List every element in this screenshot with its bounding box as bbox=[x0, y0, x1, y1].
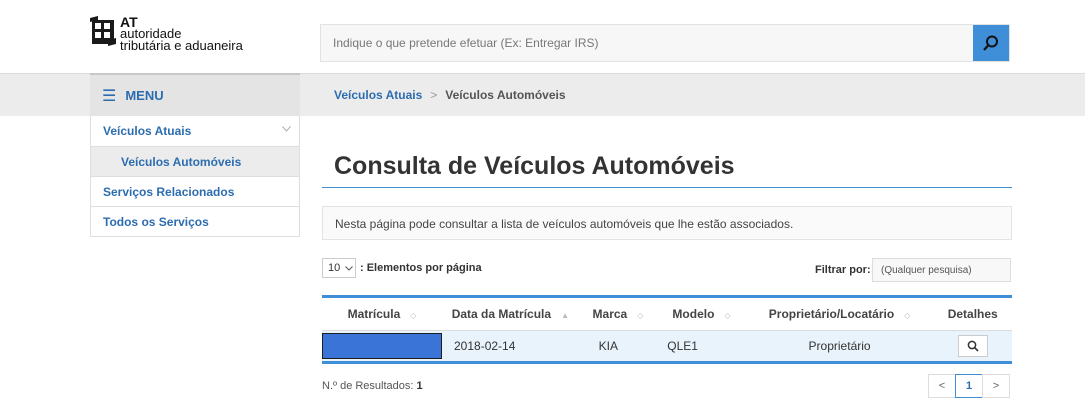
global-search bbox=[320, 24, 1010, 62]
col-header-detalhes: Detalhes bbox=[933, 296, 1012, 331]
search-button[interactable] bbox=[973, 25, 1009, 61]
sort-icon: ◇ bbox=[410, 311, 417, 320]
breadcrumb-current: Veículos Automóveis bbox=[445, 88, 566, 102]
logo-line2: tributária e aduaneira bbox=[120, 38, 243, 53]
sidebar-item-veiculos-automoveis[interactable]: Veículos Automóveis bbox=[91, 146, 299, 176]
per-page-control: 10 : Elementos por página bbox=[322, 258, 482, 278]
pagination-prev-button[interactable]: < bbox=[928, 374, 956, 398]
sort-icon: ◇ bbox=[724, 311, 731, 320]
redacted-plate bbox=[322, 333, 442, 359]
title-divider bbox=[322, 187, 1012, 188]
breadcrumb: Veículos Atuais > Veículos Automóveis bbox=[334, 88, 566, 102]
cell-matricula bbox=[322, 331, 442, 363]
chevron-down-icon[interactable] bbox=[282, 124, 291, 134]
pagination: < 1 > bbox=[928, 374, 1010, 398]
details-button[interactable] bbox=[957, 335, 988, 357]
filter-input[interactable] bbox=[872, 258, 1011, 282]
pagination-page-1[interactable]: 1 bbox=[955, 374, 983, 398]
hamburger-icon: ☰ bbox=[102, 87, 117, 105]
sidebar-item-label: Veículos Automóveis bbox=[121, 154, 242, 169]
sidebar: Veículos Atuais Veículos Automóveis Serv… bbox=[90, 116, 300, 237]
search-input[interactable] bbox=[321, 25, 961, 61]
page-title: Consulta de Veículos Automóveis bbox=[334, 152, 735, 180]
per-page-value: 10 bbox=[328, 262, 341, 274]
sort-icon: ◇ bbox=[904, 311, 911, 320]
chevron-down-icon bbox=[345, 265, 354, 271]
col-header-marca[interactable]: Marca ◇ bbox=[578, 296, 658, 331]
table-header-row: Matrícula ◇ Data da Matrícula ▲ Marca ◇ Mod… bbox=[322, 296, 1012, 331]
sidebar-item-servicos-relacionados[interactable]: Serviços Relacionados bbox=[91, 176, 299, 206]
sort-asc-icon: ▲ bbox=[561, 311, 569, 320]
cell-marca: KIA bbox=[598, 339, 619, 353]
sidebar-item-todos-servicos[interactable]: Todos os Serviços bbox=[91, 206, 299, 236]
breadcrumb-link-veiculos-atuais[interactable]: Veículos Atuais bbox=[334, 88, 422, 102]
sidebar-item-label: Veículos Atuais bbox=[103, 124, 192, 138]
col-header-data-matricula[interactable]: Data da Matrícula ▲ bbox=[442, 296, 579, 331]
logo-text: AT autoridade tributária e aduaneira bbox=[120, 15, 243, 53]
cell-proprietario: Proprietário bbox=[808, 339, 871, 353]
results-count: N.º de Resultados: 1 bbox=[322, 380, 423, 392]
cell-detalhes bbox=[933, 331, 1012, 363]
at-emblem-icon bbox=[90, 16, 116, 46]
per-page-select[interactable]: 10 bbox=[322, 258, 356, 278]
cell-data: 2018-02-14 bbox=[454, 339, 516, 353]
sidebar-item-label: Serviços Relacionados bbox=[103, 184, 235, 199]
results-label: N.º de Resultados: bbox=[322, 380, 414, 392]
menu-label: MENU bbox=[125, 88, 164, 103]
at-logo[interactable]: AT autoridade tributária e aduaneira bbox=[90, 15, 243, 53]
search-icon bbox=[983, 35, 998, 51]
col-header-proprietario[interactable]: Proprietário/Locatário ◇ bbox=[745, 296, 934, 331]
filter-label: Filtrar por: bbox=[815, 264, 871, 276]
menu-button[interactable]: ☰ MENU bbox=[90, 73, 300, 116]
table-row: 2018-02-14 KIA QLE1 Proprietário bbox=[322, 330, 1012, 363]
vehicles-table: Matrícula ◇ Data da Matrícula ▲ Marca ◇ Mod… bbox=[322, 295, 1012, 364]
col-header-matricula[interactable]: Matrícula ◇ bbox=[322, 296, 442, 331]
magnifier-icon bbox=[967, 340, 979, 352]
breadcrumb-separator: > bbox=[430, 88, 438, 102]
sidebar-item-veiculos-atuais[interactable]: Veículos Atuais bbox=[91, 116, 299, 146]
info-message: Nesta página pode consultar a lista de v… bbox=[322, 206, 1012, 240]
results-number: 1 bbox=[416, 380, 423, 392]
col-header-modelo[interactable]: Modelo ◇ bbox=[657, 296, 746, 331]
pagination-next-button[interactable]: > bbox=[982, 374, 1010, 398]
per-page-label: : Elementos por página bbox=[360, 262, 482, 274]
sort-icon: ◇ bbox=[637, 311, 644, 320]
cell-modelo: QLE1 bbox=[667, 339, 698, 353]
sidebar-item-label: Todos os Serviços bbox=[103, 214, 209, 229]
